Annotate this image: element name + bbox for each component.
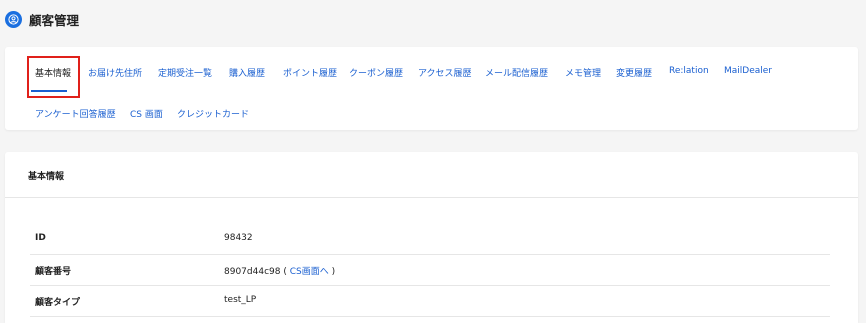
- basic-info-card: [5, 152, 858, 323]
- tab-maildealer[interactable]: MailDealer: [724, 66, 772, 76]
- section-divider: [5, 197, 858, 198]
- row-label-customer-number: 顧客番号: [35, 267, 72, 277]
- row-value-customer-number: 8907d44c98 ( CS画面へ ): [224, 264, 335, 277]
- tab-delivery-address[interactable]: お届け先住所: [88, 66, 142, 79]
- row-value-customer-type: test_LP: [224, 295, 257, 305]
- cs-screen-link[interactable]: CS画面へ: [290, 267, 329, 277]
- tab-memo[interactable]: メモ管理: [565, 66, 601, 79]
- tab-subscription-orders[interactable]: 定期受注一覧: [158, 66, 212, 79]
- tab-mail-history[interactable]: メール配信履歴: [485, 66, 548, 79]
- customer-number-value: 8907d44c98: [224, 267, 281, 277]
- tab-access-history[interactable]: アクセス履歴: [418, 66, 472, 79]
- tab-point-history[interactable]: ポイント履歴: [283, 66, 337, 79]
- tab-credit-card[interactable]: クレジットカード: [177, 107, 249, 120]
- user-circle-icon: [5, 10, 22, 28]
- row-label-customer-type: 顧客タイプ: [35, 298, 81, 308]
- page-title: 顧客管理: [29, 12, 80, 28]
- tab-relation[interactable]: Re:lation: [669, 66, 709, 76]
- tab-survey-history[interactable]: アンケート回答履歴: [35, 107, 116, 120]
- row-divider: [30, 254, 830, 255]
- highlight-box: [27, 56, 80, 98]
- tab-coupon-history[interactable]: クーポン履歴: [349, 66, 403, 79]
- row-divider: [30, 285, 830, 286]
- row-value-id: 98432: [224, 233, 253, 243]
- section-title: 基本情報: [28, 172, 65, 182]
- row-label-id: ID: [35, 233, 46, 243]
- page-header: 顧客管理: [0, 0, 866, 38]
- link-paren-close: ): [328, 267, 336, 277]
- row-divider: [30, 316, 830, 317]
- tab-change-history[interactable]: 変更履歴: [616, 66, 652, 79]
- tab-cs-screen[interactable]: CS 画面: [130, 107, 163, 120]
- tab-purchase-history[interactable]: 購入履歴: [229, 66, 265, 79]
